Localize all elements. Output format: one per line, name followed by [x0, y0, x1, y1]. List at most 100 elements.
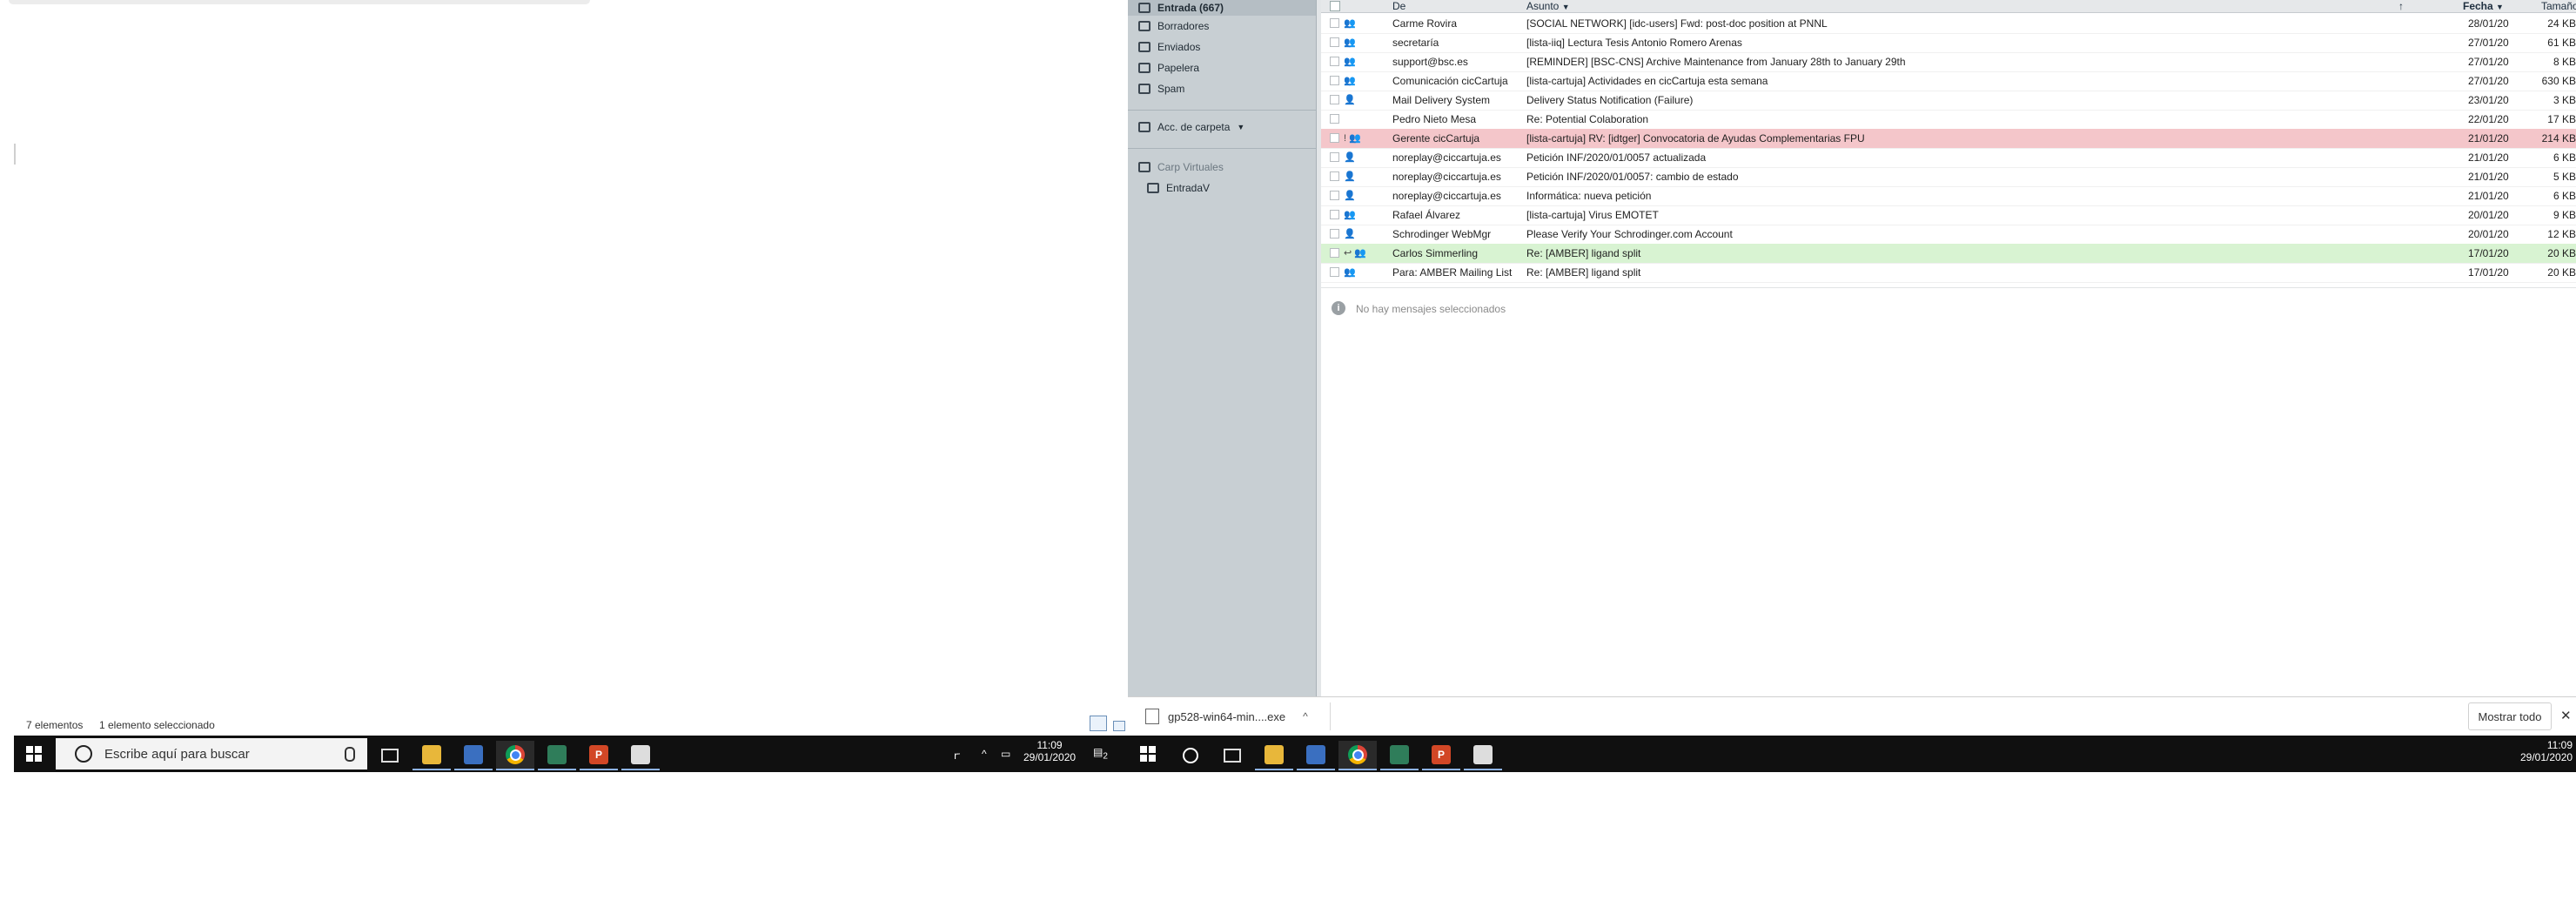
- folder-virtual-inbox[interactable]: EntradaV: [1147, 179, 1210, 197]
- message-row[interactable]: ! 👥 Gerente cicCartuja [lista-cartuja] RV:…: [1321, 129, 2576, 149]
- download-item[interactable]: gp528-win64-min....exe ^: [1145, 704, 1308, 729]
- message-checkbox[interactable]: [1330, 57, 1339, 66]
- folder-drafts[interactable]: Borradores: [1138, 17, 1209, 35]
- taskbar-file-explorer[interactable]: [413, 741, 451, 770]
- large-icons-view-icon[interactable]: [1113, 721, 1126, 731]
- taskbar-clock[interactable]: 11:09 29/01/2020: [2520, 739, 2573, 763]
- attachment-column-icon[interactable]: ↑: [2398, 0, 2404, 12]
- people-icon[interactable]: ꭈ: [954, 748, 960, 763]
- taskbar-search-box[interactable]: Escribe aquí para buscar: [56, 738, 367, 770]
- person-icon: 👤: [1344, 152, 1356, 163]
- app-icon: [1390, 745, 1409, 764]
- message-row[interactable]: 👤 noreplay@ciccartuja.es Petición INF/2020…: [1321, 167, 2576, 187]
- task-view-button[interactable]: [371, 741, 409, 770]
- select-all-checkbox[interactable]: [1330, 1, 1340, 11]
- taskbar-chrome[interactable]: [1338, 741, 1377, 770]
- message-size: 24 KB: [2547, 17, 2576, 30]
- start-button[interactable]: [1128, 736, 1168, 772]
- folder-inbox[interactable]: Entrada (667): [1128, 0, 1316, 16]
- taskbar-file-explorer[interactable]: [1255, 741, 1293, 770]
- person-icon: 👤: [1344, 191, 1356, 201]
- message-subject: Re: Potential Colaboration: [1526, 113, 1649, 125]
- message-size: 61 KB: [2547, 37, 2576, 49]
- taskbar-app[interactable]: [538, 741, 576, 770]
- message-checkbox[interactable]: [1330, 95, 1339, 104]
- message-row[interactable]: 👤 Schrodinger WebMgr Please Verify Your Sc…: [1321, 225, 2576, 245]
- details-view-icon[interactable]: [1090, 716, 1107, 731]
- message-row[interactable]: 👥 Carme Rovira [SOCIAL NETWORK] [idc-users…: [1321, 14, 2576, 34]
- message-size: 12 KB: [2547, 228, 2576, 240]
- message-checkbox[interactable]: [1330, 210, 1339, 219]
- close-icon[interactable]: ✕: [2560, 708, 2572, 723]
- microphone-icon[interactable]: [345, 747, 355, 762]
- chevron-up-icon[interactable]: ^: [1303, 710, 1308, 722]
- taskbar-clock[interactable]: 11:09 29/01/2020: [1023, 739, 1076, 763]
- person-icon: 👤: [1344, 95, 1356, 105]
- message-subject: [REMINDER] [BSC-CNS] Archive Maintenance…: [1526, 56, 1906, 68]
- message-checkbox[interactable]: [1330, 18, 1339, 28]
- explorer-splitter-handle[interactable]: [14, 144, 16, 165]
- list-preview-splitter[interactable]: [1321, 287, 2576, 293]
- message-checkbox[interactable]: [1330, 76, 1339, 85]
- folder-label: Spam: [1157, 83, 1185, 95]
- message-checkbox[interactable]: [1330, 267, 1339, 277]
- network-icon[interactable]: ▭: [1001, 748, 1010, 760]
- taskbar-chrome[interactable]: [496, 741, 534, 770]
- message-subject: Re: [AMBER] ligand split: [1526, 247, 1641, 259]
- group-icon: 👥: [1344, 76, 1356, 86]
- download-filename: gp528-win64-min....exe: [1168, 709, 1286, 723]
- message-subject: Re: [AMBER] ligand split: [1526, 266, 1641, 279]
- column-subject[interactable]: Asunto ▼: [1526, 0, 1570, 12]
- chevron-up-icon[interactable]: ^: [982, 748, 987, 760]
- taskbar-image-app[interactable]: [621, 741, 660, 770]
- taskbar-network-app[interactable]: [454, 741, 493, 770]
- message-row[interactable]: 👥 Para: AMBER Mailing List Re: [AMBER] lig…: [1321, 263, 2576, 283]
- search-button[interactable]: [1171, 741, 1210, 770]
- virtual-folders-header: Carp Virtuales: [1138, 158, 1224, 176]
- sidebar-divider: [1128, 148, 1316, 149]
- message-row[interactable]: 👤 noreplay@ciccartuja.es Petición INF/2020…: [1321, 148, 2576, 168]
- message-row[interactable]: Pedro Nieto Mesa Re: Potential Colaborati…: [1321, 110, 2576, 130]
- column-size[interactable]: Tamaño: [2541, 0, 2576, 12]
- folder-trash[interactable]: Papelera: [1138, 59, 1199, 77]
- message-size: 20 KB: [2547, 247, 2576, 259]
- action-center-icon[interactable]: ▤2: [1093, 746, 1108, 761]
- message-row[interactable]: 👤 Mail Delivery System Delivery Status Not…: [1321, 91, 2576, 111]
- message-row[interactable]: 👥 Comunicación cicCartuja [lista-cartuja] …: [1321, 71, 2576, 91]
- task-view-button[interactable]: [1213, 741, 1251, 770]
- message-row[interactable]: ↩ 👥 Carlos Simmerling Re: [AMBER] ligand s…: [1321, 244, 2576, 264]
- message-from: noreplay@ciccartuja.es: [1392, 171, 1501, 183]
- mail-folder-sidebar: Entrada (667) Borradores Enviados Papele…: [1128, 0, 1316, 696]
- file-explorer-icon: [422, 745, 441, 764]
- message-row[interactable]: 👥 Rafael Álvarez [lista-cartuja] Virus EMO…: [1321, 205, 2576, 225]
- message-checkbox[interactable]: [1330, 248, 1339, 258]
- message-checkbox[interactable]: [1330, 37, 1339, 47]
- message-checkbox[interactable]: [1330, 152, 1339, 162]
- message-checkbox[interactable]: [1330, 191, 1339, 200]
- message-date: 27/01/20: [2468, 75, 2509, 87]
- show-all-downloads-button[interactable]: Mostrar todo: [2468, 702, 2552, 730]
- windows-icon: [1140, 746, 1156, 762]
- message-checkbox[interactable]: [1330, 133, 1339, 143]
- column-date[interactable]: Fecha ▼: [2463, 0, 2504, 12]
- folder-actions-menu[interactable]: Acc. de carpeta ▼: [1138, 118, 1244, 136]
- taskbar-powerpoint[interactable]: P: [1422, 741, 1460, 770]
- message-size: 3 KB: [2553, 94, 2576, 106]
- message-checkbox[interactable]: [1330, 229, 1339, 239]
- taskbar-powerpoint[interactable]: P: [580, 741, 618, 770]
- message-row[interactable]: 👥 secretaría [lista-iiq] Lectura Tesis Ant…: [1321, 33, 2576, 53]
- start-button[interactable]: [14, 736, 54, 772]
- folder-sent[interactable]: Enviados: [1138, 38, 1200, 56]
- message-row[interactable]: 👥 support@bsc.es [REMINDER] [BSC-CNS] Arch…: [1321, 52, 2576, 72]
- folder-spam[interactable]: Spam: [1138, 80, 1184, 97]
- taskbar-network-app[interactable]: [1297, 741, 1335, 770]
- taskbar-right: P 11:09 29/01/2020: [1128, 736, 2576, 772]
- message-row[interactable]: 👤 noreplay@ciccartuja.es Informática: nuev…: [1321, 186, 2576, 206]
- column-from[interactable]: De: [1392, 0, 1405, 12]
- message-checkbox[interactable]: [1330, 114, 1339, 124]
- message-date: 21/01/20: [2468, 132, 2509, 144]
- taskbar-image-app[interactable]: [1464, 741, 1502, 770]
- message-date: 20/01/20: [2468, 228, 2509, 240]
- taskbar-app[interactable]: [1380, 741, 1419, 770]
- message-checkbox[interactable]: [1330, 171, 1339, 181]
